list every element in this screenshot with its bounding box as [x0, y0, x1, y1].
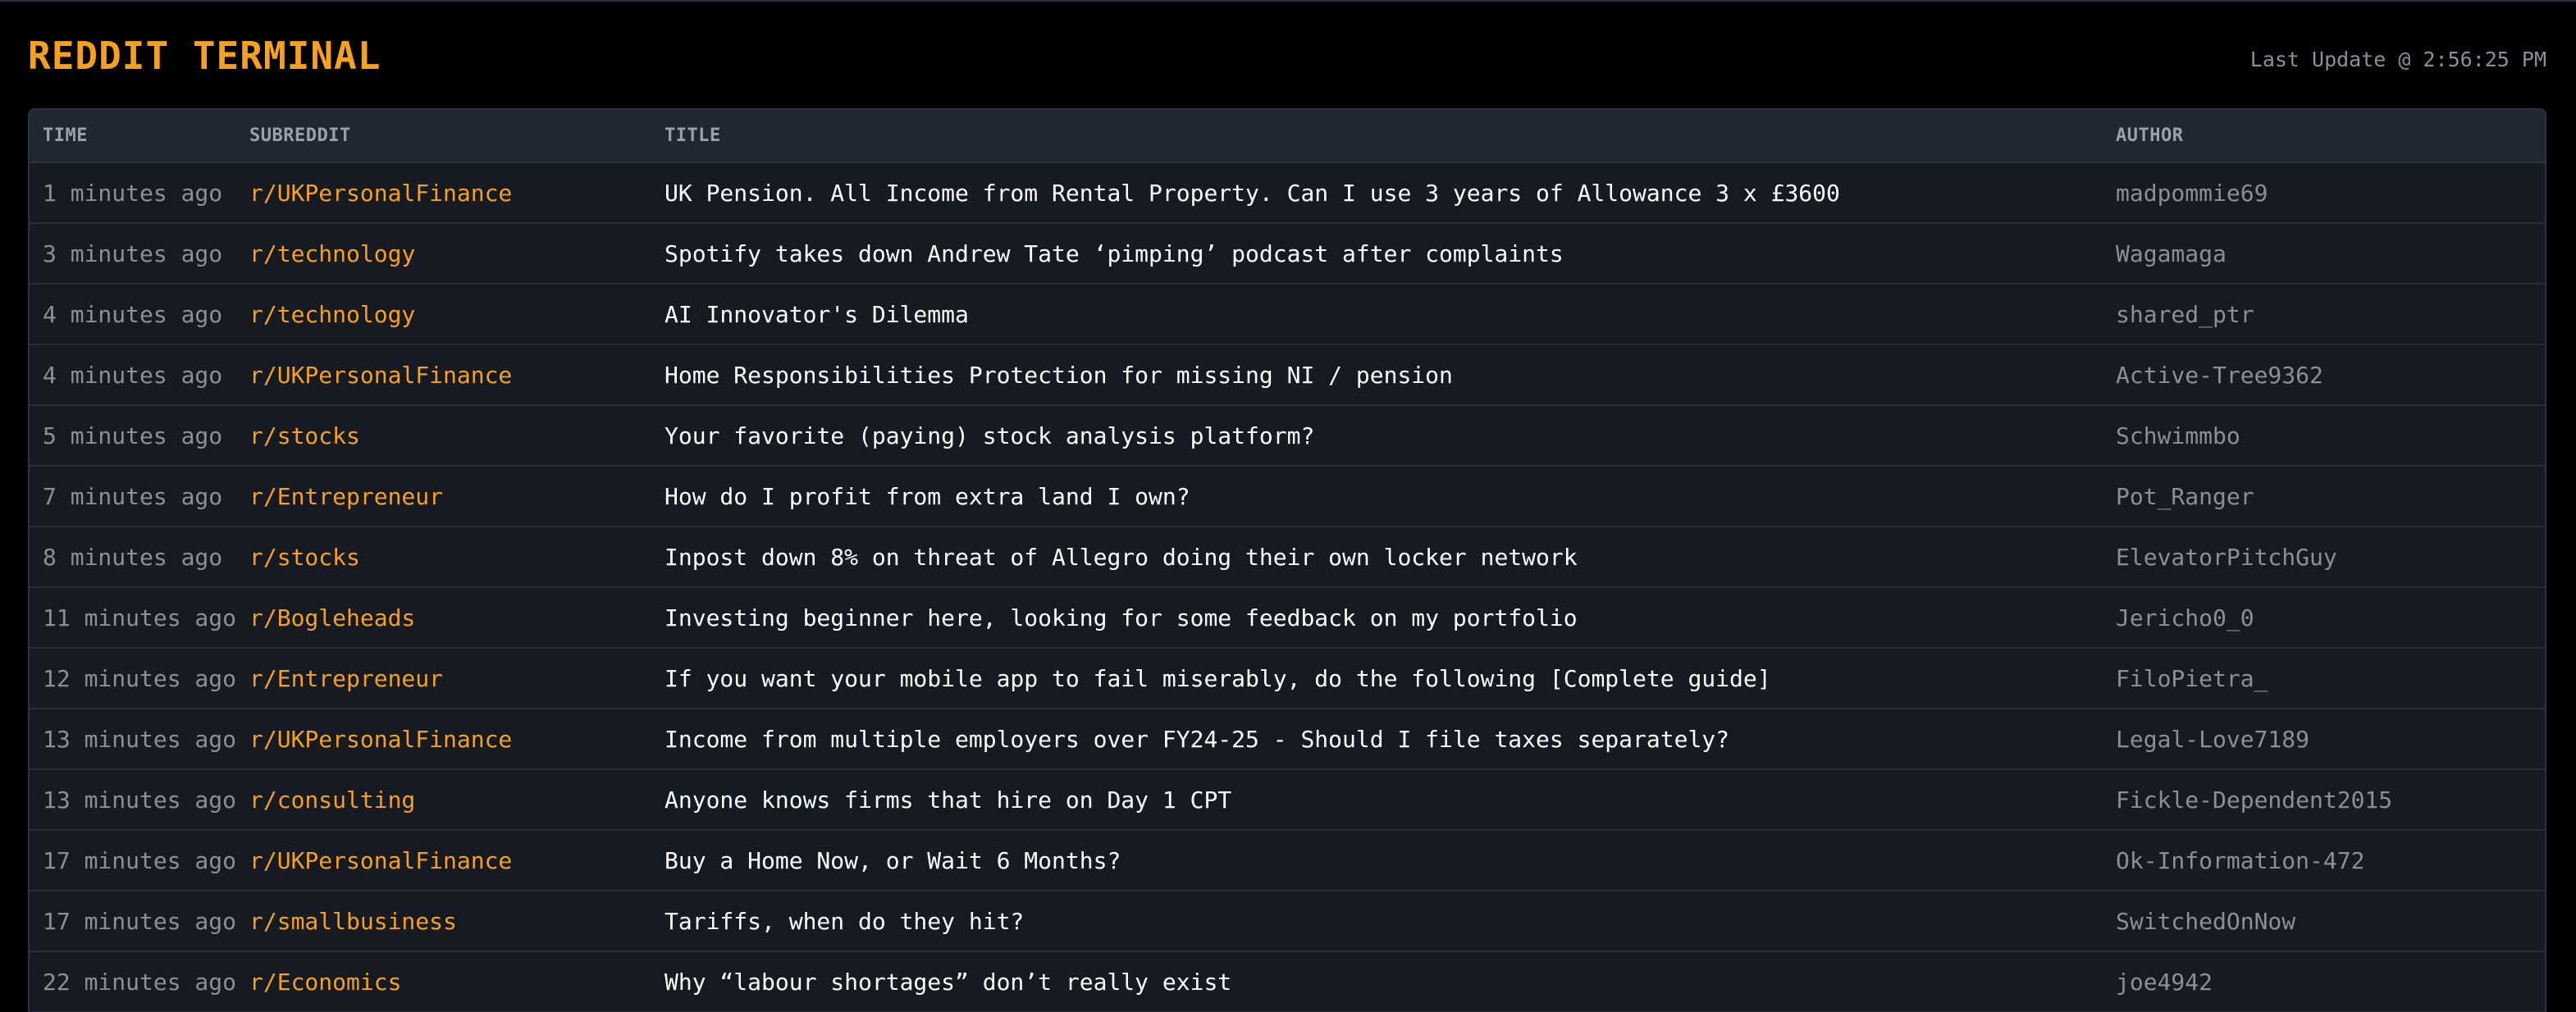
- post-time: 7 minutes ago: [30, 466, 236, 527]
- post-subreddit-link[interactable]: r/smallbusiness: [236, 891, 651, 952]
- post-subreddit-link[interactable]: r/consulting: [236, 769, 651, 831]
- post-title-link[interactable]: Income from multiple employers over FY24…: [651, 709, 2103, 770]
- table-row[interactable]: 11 minutes ago r/Bogleheads Investing begi…: [30, 587, 2545, 649]
- post-time: 4 minutes ago: [30, 284, 236, 345]
- post-title-link[interactable]: Spotify takes down Andrew Tate ‘pimping’…: [651, 223, 2103, 285]
- posts-table-container: TIME SUBREDDIT TITLE AUTHOR 1 minutes ag…: [28, 108, 2546, 1012]
- table-row[interactable]: 8 minutes ago r/stocks Inpost down 8% on t…: [30, 527, 2545, 588]
- post-title-link[interactable]: Home Responsibilities Protection for mis…: [651, 344, 2103, 406]
- column-header-time: TIME: [30, 110, 236, 163]
- post-subreddit-link[interactable]: r/technology: [236, 223, 651, 285]
- post-subreddit-link[interactable]: r/stocks: [236, 405, 651, 467]
- post-title-link[interactable]: Anyone knows firms that hire on Day 1 CP…: [651, 769, 2103, 831]
- post-time: 17 minutes ago: [30, 891, 236, 952]
- table-row[interactable]: 4 minutes ago r/technology AI Innovator's …: [30, 284, 2545, 345]
- post-time: 13 minutes ago: [30, 709, 236, 770]
- post-subreddit-link[interactable]: r/Bogleheads: [236, 587, 651, 649]
- post-time: 22 minutes ago: [30, 951, 236, 1012]
- post-subreddit-link[interactable]: r/UKPersonalFinance: [236, 162, 651, 224]
- post-author-link[interactable]: Wagamaga: [2103, 223, 2545, 285]
- post-subreddit-link[interactable]: r/UKPersonalFinance: [236, 830, 651, 891]
- post-subreddit-link[interactable]: r/UKPersonalFinance: [236, 709, 651, 770]
- post-author-link[interactable]: Active-Tree9362: [2103, 344, 2545, 406]
- post-subreddit-link[interactable]: r/stocks: [236, 527, 651, 588]
- post-title-link[interactable]: How do I profit from extra land I own?: [651, 466, 2103, 527]
- table-row[interactable]: 13 minutes ago r/consulting Anyone knows f…: [30, 769, 2545, 831]
- post-title-link[interactable]: If you want your mobile app to fail mise…: [651, 648, 2103, 709]
- table-row[interactable]: 5 minutes ago r/stocks Your favorite (payi…: [30, 405, 2545, 467]
- post-subreddit-link[interactable]: r/technology: [236, 284, 651, 345]
- post-author-link[interactable]: Schwimmbo: [2103, 405, 2545, 467]
- post-author-link[interactable]: Pot_Ranger: [2103, 466, 2545, 527]
- post-title-link[interactable]: UK Pension. All Income from Rental Prope…: [651, 162, 2103, 224]
- post-time: 5 minutes ago: [30, 405, 236, 467]
- app-title: REDDIT TERMINAL: [28, 34, 381, 78]
- post-author-link[interactable]: Legal-Love7189: [2103, 709, 2545, 770]
- post-subreddit-link[interactable]: r/Entrepreneur: [236, 648, 651, 709]
- table-row[interactable]: 12 minutes ago r/Entrepreneur If you want …: [30, 648, 2545, 709]
- post-time: 3 minutes ago: [30, 223, 236, 285]
- table-row[interactable]: 3 minutes ago r/technology Spotify takes d…: [30, 223, 2545, 285]
- header: REDDIT TERMINAL Last Update @ 2:56:25 PM: [28, 2, 2546, 108]
- post-subreddit-link[interactable]: r/UKPersonalFinance: [236, 344, 651, 406]
- post-author-link[interactable]: FiloPietra_: [2103, 648, 2545, 709]
- table-body: 1 minutes ago r/UKPersonalFinance UK Pensi…: [30, 162, 2545, 1012]
- table-row[interactable]: 22 minutes ago r/Economics Why “labour sho…: [30, 951, 2545, 1012]
- post-title-link[interactable]: Why “labour shortages” don’t really exis…: [651, 951, 2103, 1012]
- post-author-link[interactable]: Ok-Information-472: [2103, 830, 2545, 891]
- posts-table: TIME SUBREDDIT TITLE AUTHOR 1 minutes ag…: [30, 110, 2545, 1012]
- post-time: 17 minutes ago: [30, 830, 236, 891]
- column-header-author: AUTHOR: [2103, 110, 2545, 163]
- post-time: 11 minutes ago: [30, 587, 236, 649]
- post-author-link[interactable]: shared_ptr: [2103, 284, 2545, 345]
- post-title-link[interactable]: Inpost down 8% on threat of Allegro doin…: [651, 527, 2103, 588]
- post-author-link[interactable]: madpommie69: [2103, 162, 2545, 224]
- post-title-link[interactable]: AI Innovator's Dilemma: [651, 284, 2103, 345]
- post-author-link[interactable]: ElevatorPitchGuy: [2103, 527, 2545, 588]
- table-row[interactable]: 17 minutes ago r/UKPersonalFinance Buy a H…: [30, 830, 2545, 891]
- last-update-timestamp: Last Update @ 2:56:25 PM: [2249, 48, 2546, 71]
- post-subreddit-link[interactable]: r/Economics: [236, 951, 651, 1012]
- column-header-title: TITLE: [651, 110, 2103, 163]
- post-author-link[interactable]: SwitchedOnNow: [2103, 891, 2545, 952]
- post-time: 4 minutes ago: [30, 344, 236, 406]
- post-time: 12 minutes ago: [30, 648, 236, 709]
- table-header: TIME SUBREDDIT TITLE AUTHOR: [30, 110, 2545, 163]
- post-subreddit-link[interactable]: r/Entrepreneur: [236, 466, 651, 527]
- post-title-link[interactable]: Your favorite (paying) stock analysis pl…: [651, 405, 2103, 467]
- table-row[interactable]: 13 minutes ago r/UKPersonalFinance Income …: [30, 709, 2545, 770]
- table-row[interactable]: 17 minutes ago r/smallbusiness Tariffs, wh…: [30, 891, 2545, 952]
- post-author-link[interactable]: joe4942: [2103, 951, 2545, 1012]
- post-author-link[interactable]: Jericho0_0: [2103, 587, 2545, 649]
- post-time: 13 minutes ago: [30, 769, 236, 831]
- table-row[interactable]: 7 minutes ago r/Entrepreneur How do I prof…: [30, 466, 2545, 527]
- post-time: 1 minutes ago: [30, 162, 236, 224]
- table-row[interactable]: 1 minutes ago r/UKPersonalFinance UK Pensi…: [30, 162, 2545, 224]
- post-time: 8 minutes ago: [30, 527, 236, 588]
- post-title-link[interactable]: Buy a Home Now, or Wait 6 Months?: [651, 830, 2103, 891]
- table-row[interactable]: 4 minutes ago r/UKPersonalFinance Home Res…: [30, 344, 2545, 406]
- post-author-link[interactable]: Fickle-Dependent2015: [2103, 769, 2545, 831]
- post-title-link[interactable]: Tariffs, when do they hit?: [651, 891, 2103, 952]
- column-header-subreddit: SUBREDDIT: [236, 110, 651, 163]
- post-title-link[interactable]: Investing beginner here, looking for som…: [651, 587, 2103, 649]
